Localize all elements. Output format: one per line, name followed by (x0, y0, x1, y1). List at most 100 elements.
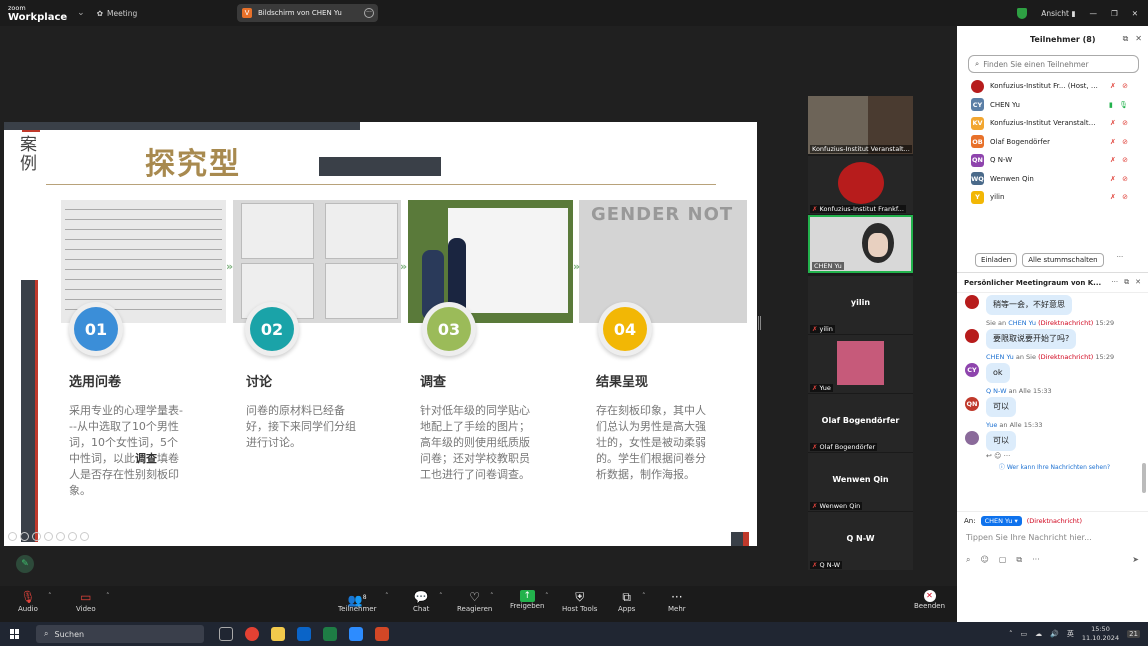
chat-message: 稍等一会，不好意思 (965, 295, 1144, 315)
taskbar-search[interactable]: ⌕ Suchen (36, 625, 204, 643)
volume-icon[interactable]: 🔊 (1050, 630, 1059, 638)
language-indicator[interactable]: 英 (1067, 629, 1074, 639)
invite-button[interactable]: Einladen (975, 253, 1018, 267)
chat-button[interactable]: 💬 Chat ˄ (413, 590, 443, 613)
clock[interactable]: 15:50 11.10.2024 (1082, 625, 1119, 643)
video-tile[interactable]: yilin ✗ yilin (808, 276, 913, 334)
mute-all-button[interactable]: Alle stummschalten (1022, 253, 1104, 267)
tray-chevron-icon[interactable]: ˄ (1009, 630, 1013, 638)
host-tools-button[interactable]: ⛨ Host Tools (562, 590, 597, 613)
video-button[interactable]: ▭ Video ˄ (76, 590, 110, 613)
video-tile[interactable]: Olaf Bogendörfer ✗ Olaf Bogendörfer (808, 394, 913, 452)
share-button[interactable]: ↑ Freigeben ˄ (510, 590, 549, 610)
video-tile-active-speaker[interactable]: CHEN Yu (808, 215, 913, 273)
emoji-icon[interactable]: ☺ (980, 555, 988, 565)
avatar (965, 295, 979, 309)
audio-button[interactable]: 🎙 Audio ˄ (18, 590, 52, 613)
participant-search[interactable]: ⌕ (968, 55, 1139, 73)
video-tile[interactable]: Konfuzius-Institut Veranstalt... (808, 96, 913, 154)
video-tile[interactable]: ✗ Konfuzius-Institut Frankf... (808, 156, 913, 214)
recipient-dropdown[interactable]: CHEN Yu ▾ (980, 515, 1022, 526)
video-gallery: Konfuzius-Institut Veranstalt... ✗ Konfu… (808, 96, 913, 570)
slide-top-bar (4, 122, 360, 130)
split-handle[interactable] (758, 316, 761, 330)
more-options-icon[interactable]: ··· (364, 8, 374, 18)
presentation-slide: 案例 探究型 GENDER NOT » » » 01 02 03 04 选用问卷… (4, 122, 757, 546)
notification-badge[interactable]: 21 (1127, 630, 1140, 638)
participants-button[interactable]: 👥8 Teilnehmer ˄ (338, 590, 389, 613)
participant-row[interactable]: Konfuzius-Institut Fr... (Host, ich) ✗ ⊘ (957, 77, 1148, 96)
chevron-down-icon[interactable]: ⌄ (77, 8, 85, 18)
more-icon: ··· (671, 590, 683, 604)
avatar (965, 329, 979, 343)
task-view-icon[interactable] (219, 627, 233, 641)
more-icon[interactable]: ··· (1111, 278, 1118, 287)
outlook-icon[interactable] (297, 627, 311, 641)
windows-start-icon[interactable] (10, 629, 20, 639)
case-label: 案例 (20, 135, 37, 174)
avatar: OB (971, 135, 984, 149)
network-icon[interactable]: ▭ (1021, 630, 1028, 638)
step-text: 针对低年级的同学贴心地配上了手绘的图片；高年级的则使用纸质版问卷；还对学校教职员… (420, 404, 530, 481)
chat-input[interactable]: Tippen Sie Ihre Nachricht hier... (957, 529, 1148, 551)
scrollbar[interactable] (1142, 463, 1146, 493)
annotate-icon[interactable]: ✎ (16, 555, 34, 573)
participant-list: Konfuzius-Institut Fr... (Host, ich) ✗ ⊘ … (957, 77, 1148, 249)
participant-row[interactable]: Yyilin ✗ ⊘ (957, 188, 1148, 207)
send-icon[interactable]: ➤ (1132, 555, 1139, 565)
participants-icon: 👥8 (347, 593, 367, 607)
popout-icon[interactable]: ⧉ (1123, 34, 1129, 44)
file-icon[interactable]: ▢ (999, 555, 1007, 565)
search-input[interactable] (983, 59, 1134, 69)
react-button[interactable]: ♡ Reagieren ˄ (457, 590, 494, 613)
cloud-icon[interactable]: ☁ (1035, 630, 1042, 638)
apps-button[interactable]: ⧉ Apps ˄ (618, 590, 646, 613)
participant-row[interactable]: OB Olaf Bogendörfer ✗ ⊘ (957, 133, 1148, 152)
view-button[interactable]: Ansicht ▮ (1041, 9, 1075, 18)
share-indicator[interactable]: V Bildschirm von CHEN Yu ··· (237, 4, 378, 22)
zoom-logo: zoom Workplace (8, 4, 68, 23)
security-shield-icon[interactable] (1017, 7, 1028, 19)
maximize-button[interactable]: ❐ (1111, 9, 1118, 18)
minimize-button[interactable]: — (1089, 9, 1097, 18)
more-icon[interactable]: ··· (1032, 555, 1040, 565)
video-tile[interactable]: Q N-W ✗ Q N-W (808, 512, 913, 570)
screenshot-icon[interactable]: ⧉ (1016, 555, 1022, 565)
chevron-up-icon: ˄ (385, 592, 389, 600)
avatar: WQ (971, 172, 984, 186)
mic-video-off-icon: ✗ ⊘ (1110, 137, 1130, 146)
avatar: QN (971, 153, 984, 167)
powerpoint-icon[interactable] (375, 627, 389, 641)
video-tile[interactable]: Wenwen Qin ✗ Wenwen Qin (808, 453, 913, 511)
visibility-link[interactable]: ⓘ Wer kann Ihre Nachrichten sehen? (965, 462, 1144, 471)
zoom-icon[interactable] (349, 627, 363, 641)
side-panel: Teilnehmer (8) ⧉✕ ⌕ Konfuzius-Institut F… (957, 26, 1148, 622)
message-actions[interactable]: ↩ ☺ ··· (965, 452, 1144, 460)
chrome-icon[interactable] (245, 627, 259, 641)
meeting-button[interactable]: ✿ Meeting (97, 9, 138, 18)
file-explorer-icon[interactable] (271, 627, 285, 641)
more-icon[interactable]: ··· (1117, 253, 1124, 267)
slide-title: 探究型 (145, 147, 241, 182)
excel-icon[interactable] (323, 627, 337, 641)
arrow-icon: » (226, 260, 234, 273)
avatar: CY (971, 98, 984, 112)
slide-controls[interactable] (8, 532, 89, 541)
participant-row[interactable]: CY CHEN Yu ▮ 🎙 (957, 96, 1148, 115)
close-icon[interactable]: ✕ (1135, 34, 1142, 44)
popout-icon[interactable]: ⧉ (1124, 278, 1129, 287)
close-button[interactable]: ✕ (1132, 9, 1138, 18)
format-icon[interactable]: ⌕ (966, 555, 970, 565)
participant-row[interactable]: QN Q N-W ✗ ⊘ (957, 151, 1148, 170)
participant-row[interactable]: WQ Wenwen Qin ✗ ⊘ (957, 170, 1148, 189)
step-text: 采用专业的心理学量表---从中选取了10个男性词，10个女性词，5个中性词，以此… (69, 404, 183, 497)
chevron-up-icon: ˄ (48, 592, 52, 600)
close-icon[interactable]: ✕ (1135, 278, 1141, 287)
participant-row[interactable]: KV Konfuzius-Institut Veranstaltung... ✗ ⊘ (957, 114, 1148, 133)
avatar: KV (971, 116, 984, 130)
heart-icon: ♡ (469, 590, 481, 604)
more-button[interactable]: ··· Mehr (668, 590, 686, 613)
video-tile[interactable]: ✗ Yue (808, 335, 913, 393)
end-meeting-button[interactable]: ✕ Beenden (914, 590, 945, 610)
arrow-icon: » (573, 260, 581, 273)
